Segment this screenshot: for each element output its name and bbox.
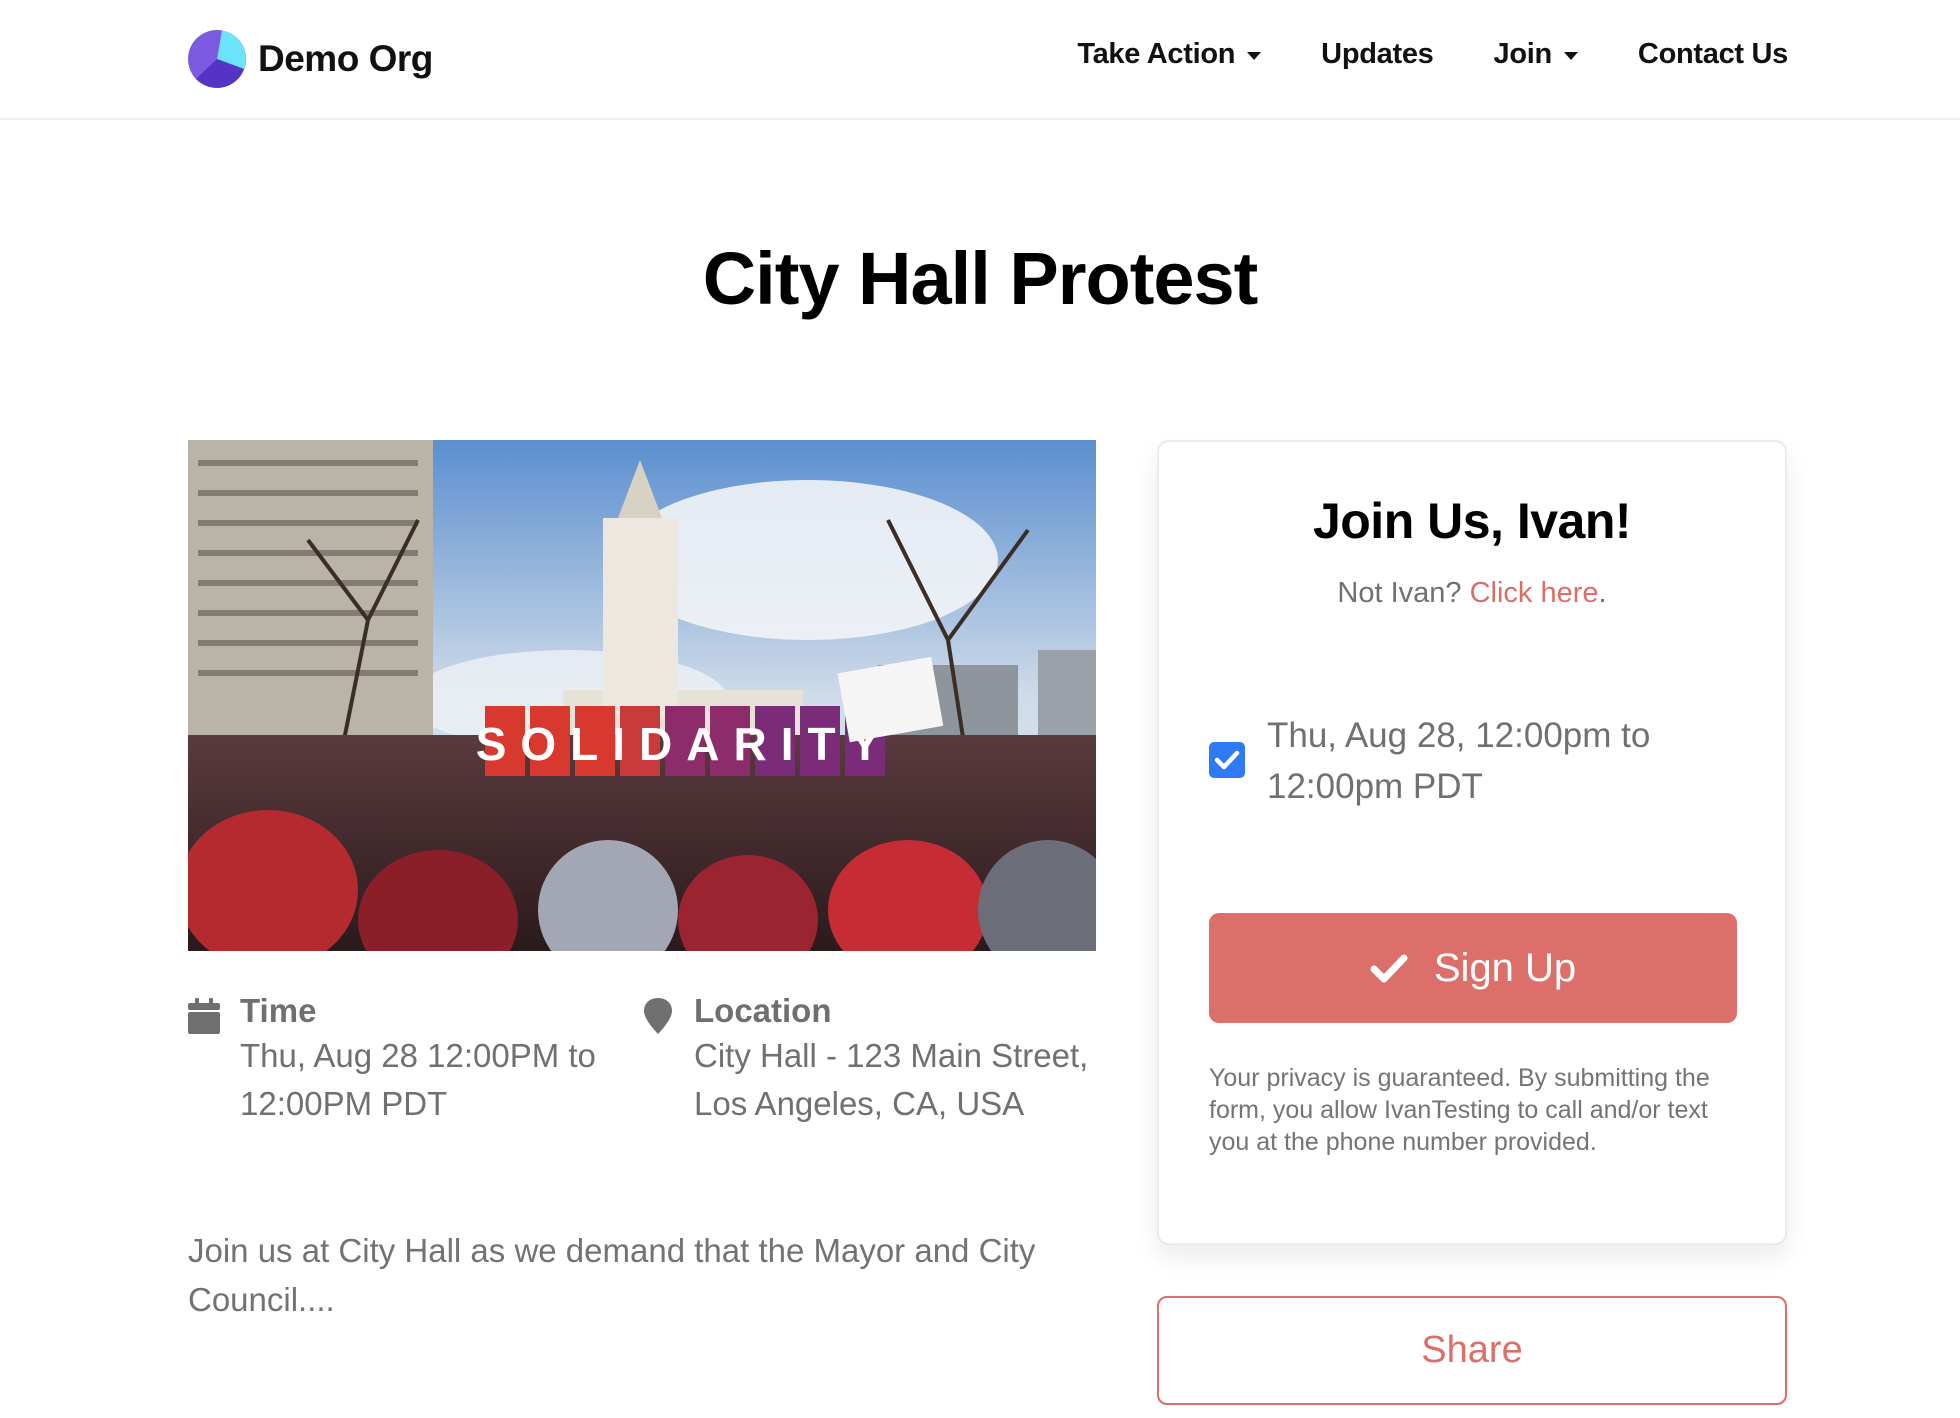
event-description: Join us at City Hall as we demand that t… bbox=[188, 1232, 1036, 1318]
nav-label: Join bbox=[1493, 38, 1553, 70]
main-nav: Take Action Updates Join Contact Us bbox=[1017, 38, 1788, 71]
nav-label: Updates bbox=[1321, 38, 1434, 70]
not-user-text: Not Ivan? Click here. bbox=[1159, 577, 1785, 610]
event-image: SOLIDARITY bbox=[188, 440, 1096, 951]
nav-label: Take Action bbox=[1077, 38, 1236, 70]
event-time: Time Thu, Aug 28 12:00PM to 12:00PM PDT bbox=[188, 992, 630, 1128]
caret-down-icon bbox=[1563, 52, 1578, 60]
protest-photo: SOLIDARITY bbox=[188, 440, 1096, 951]
location-value: City Hall - 123 Main Street, Los Angeles… bbox=[694, 1037, 1089, 1122]
share-label: Share bbox=[1421, 1329, 1523, 1371]
map-pin-icon bbox=[644, 998, 672, 1034]
event-location: Location City Hall - 123 Main Street, Lo… bbox=[642, 992, 1094, 1128]
org-name: Demo Org bbox=[258, 38, 433, 79]
not-user-link[interactable]: Click here bbox=[1470, 577, 1599, 609]
logo-icon bbox=[188, 30, 246, 88]
shift-option[interactable]: Thu, Aug 28, 12:00pm to 12:00pm PDT bbox=[1209, 710, 1707, 812]
time-label: Time bbox=[240, 992, 317, 1029]
location-label: Location bbox=[694, 992, 832, 1029]
privacy-notice: Your privacy is guaranteed. By submittin… bbox=[1209, 1064, 1710, 1156]
nav-take-action[interactable]: Take Action bbox=[1077, 38, 1262, 71]
share-button[interactable]: Share bbox=[1157, 1296, 1787, 1405]
shift-checkbox[interactable] bbox=[1209, 742, 1245, 778]
shift-label: Thu, Aug 28, 12:00pm to 12:00pm PDT bbox=[1267, 716, 1651, 806]
signup-title: Join Us, Ivan! bbox=[1312, 493, 1632, 549]
signup-card: Join Us, Ivan! Not Ivan? Click here. Thu… bbox=[1157, 440, 1787, 1245]
sign-up-button[interactable]: Sign Up bbox=[1209, 913, 1737, 1023]
not-user-suffix: . bbox=[1598, 577, 1607, 609]
time-value: Thu, Aug 28 12:00PM to 12:00PM PDT bbox=[240, 1037, 596, 1122]
checkmark-icon bbox=[1370, 954, 1408, 983]
sign-up-label: Sign Up bbox=[1433, 945, 1577, 990]
nav-join[interactable]: Join bbox=[1494, 38, 1578, 71]
caret-down-icon bbox=[1247, 52, 1262, 60]
page-title: City Hall Protest bbox=[702, 237, 1259, 320]
nav-label: Contact Us bbox=[1637, 38, 1788, 70]
nav-updates[interactable]: Updates bbox=[1321, 38, 1434, 71]
site-header: Demo Org Take Action Updates Join Contac… bbox=[0, 0, 1960, 120]
logo-link[interactable]: Demo Org bbox=[188, 30, 433, 88]
nav-contact-us[interactable]: Contact Us bbox=[1638, 38, 1788, 71]
not-user-prefix: Not Ivan? bbox=[1337, 577, 1470, 609]
calendar-icon bbox=[188, 998, 220, 1034]
check-icon bbox=[1214, 750, 1240, 770]
sign-text: SOLIDARITY bbox=[476, 718, 895, 770]
